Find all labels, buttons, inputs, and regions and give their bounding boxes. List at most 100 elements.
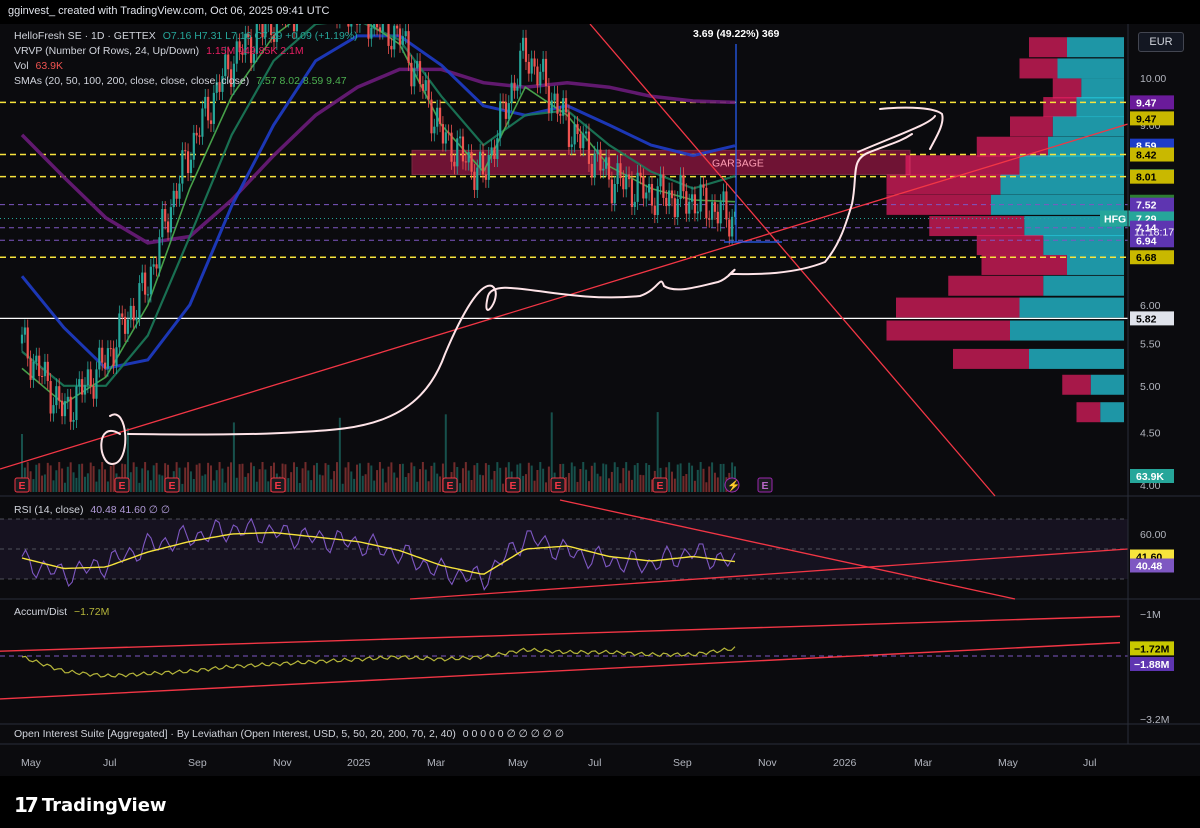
candle-body[interactable] — [43, 361, 47, 377]
candle-body[interactable] — [713, 202, 717, 212]
candle-body[interactable] — [207, 96, 210, 121]
candle-body[interactable] — [670, 190, 674, 199]
symbol-legend[interactable]: HelloFresh SE · 1D · GETTEX O7.16 H7.31 … — [14, 30, 358, 42]
candle-body[interactable] — [676, 198, 679, 218]
candle-body[interactable] — [427, 80, 430, 100]
candle-body[interactable] — [716, 211, 719, 224]
candle-body[interactable] — [86, 369, 89, 386]
candle-body[interactable] — [413, 68, 416, 87]
candle-body[interactable] — [582, 133, 585, 149]
currency-button[interactable]: EUR — [1138, 32, 1184, 52]
candle-body[interactable] — [109, 348, 112, 350]
candle-body[interactable] — [398, 28, 402, 45]
candle-body[interactable] — [530, 58, 533, 74]
ad-legend[interactable]: Accum/Dist −1.72M — [14, 606, 109, 618]
candle-body[interactable] — [141, 272, 144, 284]
candle-body[interactable] — [123, 316, 127, 334]
price-tag-level[interactable]: 9.47 — [1130, 111, 1174, 126]
candle-body[interactable] — [696, 211, 699, 214]
candle-body[interactable] — [461, 136, 465, 162]
candle-body[interactable] — [78, 379, 81, 387]
candle-body[interactable] — [416, 61, 419, 69]
candle-body[interactable] — [166, 221, 170, 233]
candle-body[interactable] — [650, 183, 654, 206]
chart-canvas[interactable]: GARBAGE 3.69 (49.22%) 369 E E E E E E E E E ⚡ HFG 60… — [0, 24, 1200, 776]
candle-body[interactable] — [355, 24, 359, 25]
candle-body[interactable] — [106, 348, 110, 369]
rsi-value-tag[interactable]: 40.48 — [1130, 558, 1174, 573]
candle-body[interactable] — [456, 138, 459, 167]
candle-body[interactable] — [627, 174, 631, 180]
candle-body[interactable] — [23, 327, 26, 335]
candle-body[interactable] — [404, 31, 407, 37]
candle-body[interactable] — [95, 369, 98, 399]
candle-body[interactable] — [49, 381, 52, 414]
candle-body[interactable] — [725, 191, 728, 220]
candle-body[interactable] — [146, 294, 150, 296]
candle-body[interactable] — [204, 96, 207, 109]
candle-body[interactable] — [647, 183, 651, 193]
candle-body[interactable] — [175, 190, 178, 199]
candle-body[interactable] — [559, 113, 562, 116]
candle-body[interactable] — [453, 161, 456, 167]
candle-body[interactable] — [367, 24, 370, 39]
candle-body[interactable] — [547, 85, 550, 113]
candle-body[interactable] — [195, 132, 198, 136]
candle-body[interactable] — [656, 186, 659, 216]
candle-body[interactable] — [192, 132, 195, 160]
earnings-marker[interactable]: E — [550, 477, 566, 493]
candle-body[interactable] — [155, 264, 158, 269]
candle-body[interactable] — [358, 24, 361, 25]
earnings-marker[interactable]: E — [652, 477, 668, 493]
candle-body[interactable] — [189, 159, 193, 174]
ad-value-tag[interactable]: −1.72M — [1130, 641, 1174, 656]
candle-body[interactable] — [522, 37, 525, 51]
candle-body[interactable] — [121, 313, 124, 317]
candle-body[interactable] — [198, 135, 201, 137]
candle-body[interactable] — [702, 184, 705, 188]
candle-body[interactable] — [556, 93, 559, 114]
candle-body[interactable] — [424, 80, 427, 91]
candle-body[interactable] — [639, 172, 642, 177]
candle-body[interactable] — [89, 369, 92, 387]
candle-body[interactable] — [436, 107, 439, 127]
candle-body[interactable] — [421, 83, 424, 91]
candle-body[interactable] — [373, 24, 376, 28]
candle-body[interactable] — [35, 355, 38, 362]
candle-body[interactable] — [682, 175, 685, 192]
candle-body[interactable] — [507, 103, 510, 119]
candle-body[interactable] — [527, 61, 530, 74]
candle-body[interactable] — [184, 150, 187, 152]
candle-body[interactable] — [708, 218, 711, 220]
candle-body[interactable] — [688, 201, 691, 214]
candle-body[interactable] — [38, 355, 41, 376]
candle-body[interactable] — [602, 168, 605, 171]
candle-body[interactable] — [46, 361, 49, 382]
candle-body[interactable] — [610, 179, 613, 204]
volume-legend[interactable]: Vol 63.9K — [14, 60, 63, 72]
candle-body[interactable] — [607, 157, 611, 180]
candle-body[interactable] — [169, 207, 172, 233]
candle-body[interactable] — [570, 144, 573, 147]
candle-body[interactable] — [470, 152, 473, 172]
candle-body[interactable] — [224, 54, 227, 77]
candle-body[interactable] — [444, 132, 447, 144]
candle-body[interactable] — [430, 99, 433, 134]
earnings-marker[interactable]: E — [114, 477, 130, 493]
candle-body[interactable] — [662, 174, 665, 198]
candle-body[interactable] — [710, 202, 714, 220]
candle-body[interactable] — [499, 101, 502, 139]
candle-body[interactable] — [390, 45, 393, 50]
candle-body[interactable] — [685, 191, 688, 214]
candle-body[interactable] — [144, 272, 147, 295]
earnings-marker[interactable]: E — [14, 477, 30, 493]
candle-body[interactable] — [63, 401, 67, 417]
candle-body[interactable] — [484, 174, 487, 180]
candle-body[interactable] — [75, 386, 78, 420]
candle-body[interactable] — [438, 107, 442, 125]
candle-body[interactable] — [401, 36, 404, 45]
candle-body[interactable] — [441, 124, 445, 144]
candle-body[interactable] — [553, 93, 556, 101]
candle-body[interactable] — [533, 58, 536, 67]
candle-body[interactable] — [719, 202, 722, 224]
